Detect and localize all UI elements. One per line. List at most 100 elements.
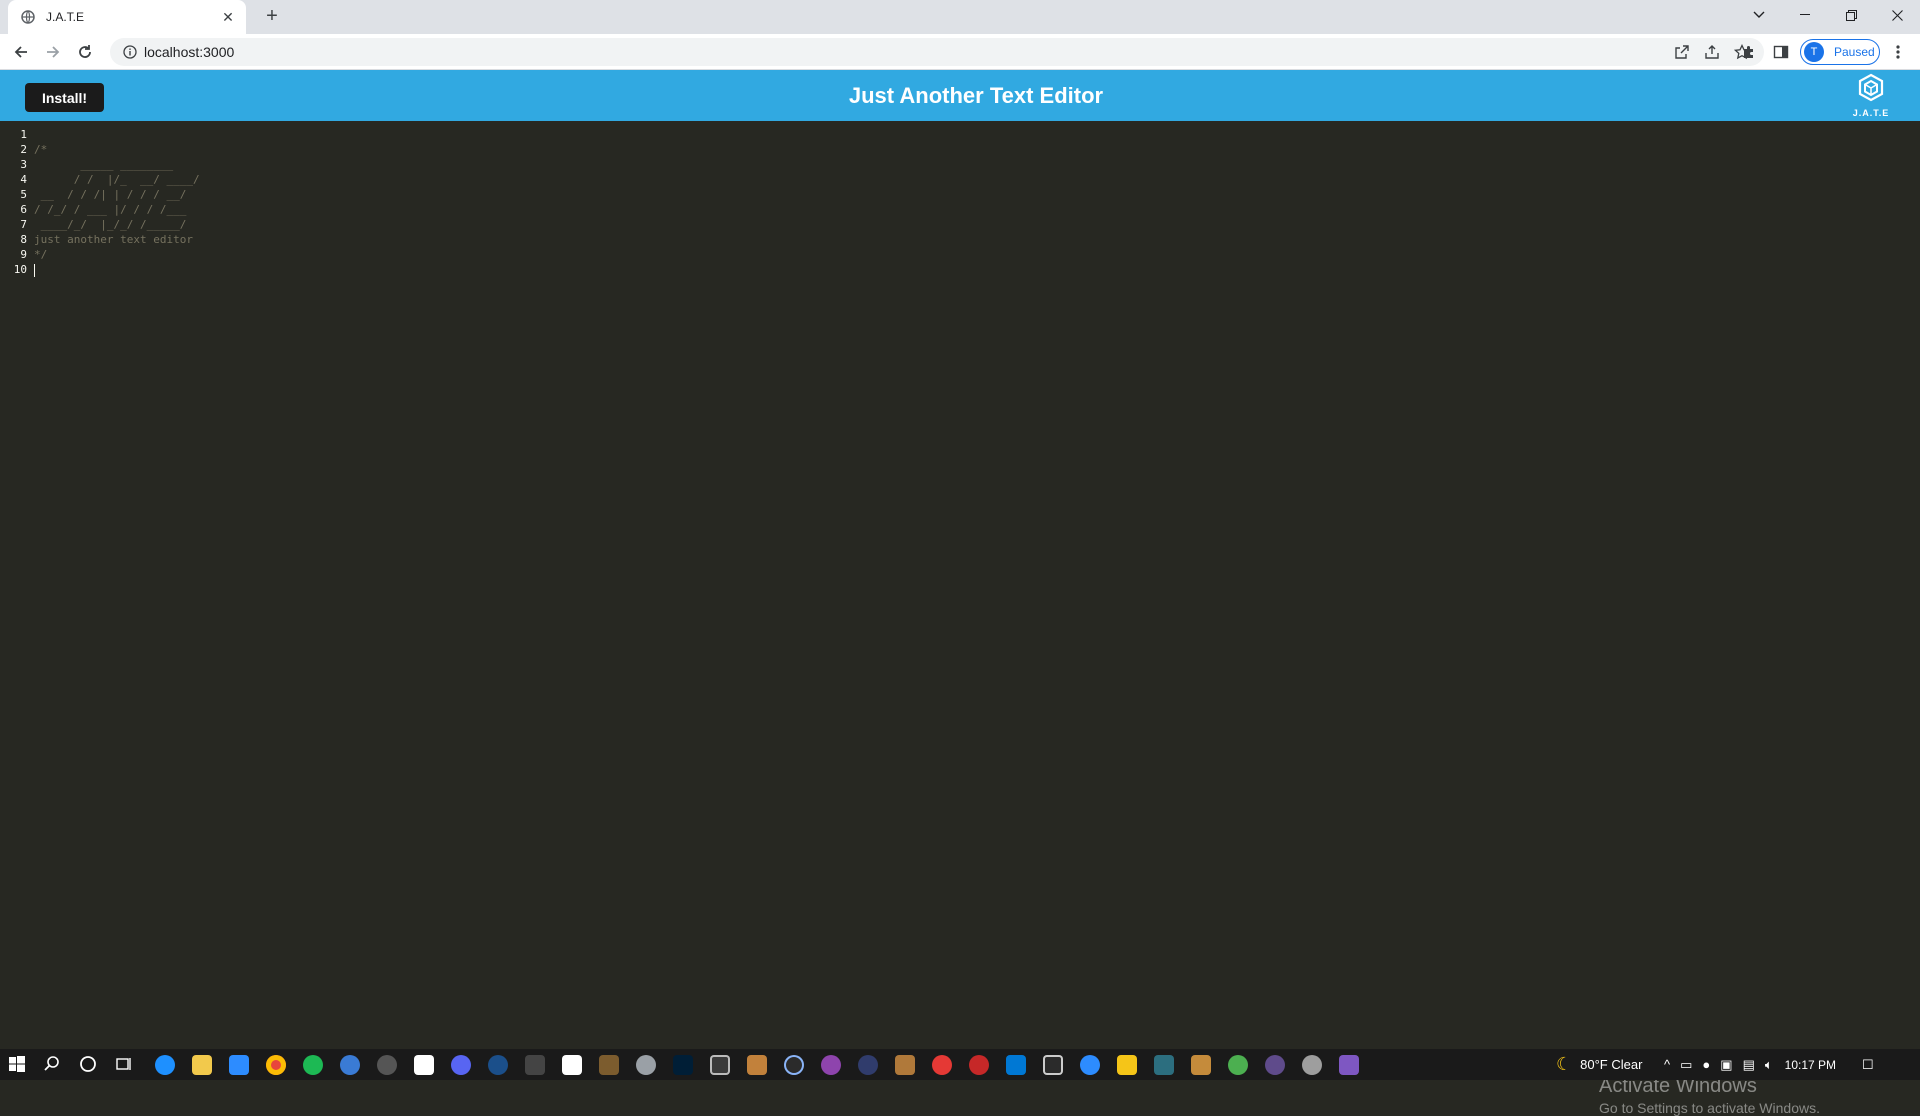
- code-lines[interactable]: /* _____ ________ / / |/_ __/ ____/ __ /…: [34, 127, 200, 277]
- code-line[interactable]: /*: [34, 142, 200, 157]
- minecraft-icon[interactable]: [599, 1055, 619, 1075]
- address-bar[interactable]: localhost:3000: [110, 38, 1764, 66]
- line-number: 4: [20, 173, 27, 186]
- spotify-icon[interactable]: [303, 1055, 323, 1075]
- volume-icon[interactable]: 🔈︎: [1765, 1057, 1773, 1073]
- profile-button[interactable]: T Paused: [1800, 39, 1880, 65]
- mail-icon[interactable]: [229, 1055, 249, 1075]
- app-icon[interactable]: [1265, 1055, 1285, 1075]
- code-line[interactable]: ____/_/ |_/_/ /_____/: [34, 217, 200, 232]
- avatar: T: [1804, 42, 1824, 62]
- app-icon[interactable]: [747, 1055, 767, 1075]
- vscode-icon[interactable]: [1006, 1055, 1026, 1075]
- share-icon[interactable]: [1704, 44, 1720, 65]
- code-editor[interactable]: 1 2 3 4 5 6 7 8 9 10 /* _____ ________ /…: [0, 121, 1920, 1116]
- more-menu-icon[interactable]: [1886, 40, 1910, 64]
- task-view-icon[interactable]: [115, 1055, 135, 1075]
- zoom-icon[interactable]: [1080, 1055, 1100, 1075]
- code-line[interactable]: __ / / /| | / / / __/: [34, 187, 200, 202]
- forward-icon[interactable]: [41, 40, 65, 64]
- app-icon[interactable]: [858, 1055, 878, 1075]
- discord-icon[interactable]: [451, 1055, 471, 1075]
- line-number-gutter: 1 2 3 4 5 6 7 8 9 10: [0, 127, 32, 277]
- cortana-icon[interactable]: [79, 1055, 99, 1075]
- jate-logo-icon: [1858, 73, 1884, 102]
- browser-toolbar: localhost:3000 T Paused: [0, 34, 1920, 70]
- side-panel-icon[interactable]: [1769, 40, 1793, 64]
- app-icon[interactable]: [377, 1055, 397, 1075]
- tab-search-icon[interactable]: [1736, 0, 1782, 30]
- chevron-up-icon[interactable]: ^: [1664, 1057, 1670, 1072]
- app-icon[interactable]: [525, 1055, 545, 1075]
- clock-text[interactable]: 10:17 PM: [1785, 1058, 1836, 1072]
- watermark-subtitle: Go to Settings to activate Windows.: [1599, 1100, 1820, 1116]
- app-icon[interactable]: [821, 1055, 841, 1075]
- photoshop-icon[interactable]: [673, 1055, 693, 1075]
- windows-start-icon[interactable]: [8, 1055, 28, 1075]
- settings-gear-icon[interactable]: [636, 1055, 656, 1075]
- file-explorer-icon[interactable]: [192, 1055, 212, 1075]
- weather-widget[interactable]: ☾ 80°F Clear: [1556, 1049, 1642, 1080]
- media-player-icon[interactable]: [340, 1055, 360, 1075]
- windows-taskbar: ☾ 80°F Clear ^ ▭ ● ▣ ▤ 🔈︎ 10:17 PM ☐: [0, 1049, 1920, 1080]
- back-icon[interactable]: [9, 40, 33, 64]
- code-line[interactable]: / /_/ / ___ |/ / / /___: [34, 202, 200, 217]
- line-number: 1: [20, 128, 27, 141]
- edge-icon[interactable]: [155, 1055, 175, 1075]
- network-icon[interactable]: ▭: [1680, 1057, 1692, 1073]
- chrome-icon[interactable]: [266, 1055, 286, 1075]
- microphone-icon[interactable]: ●: [1702, 1057, 1710, 1072]
- display-icon[interactable]: ▣: [1720, 1057, 1732, 1073]
- logo-text: J.A.T.E: [1852, 108, 1890, 118]
- app-icon[interactable]: [1191, 1055, 1211, 1075]
- app-icon[interactable]: [1154, 1055, 1174, 1075]
- profile-status: Paused: [1834, 45, 1875, 59]
- close-window-icon[interactable]: [1874, 0, 1920, 30]
- code-line[interactable]: */: [34, 247, 200, 262]
- steam-icon[interactable]: [488, 1055, 508, 1075]
- search-icon[interactable]: [43, 1055, 63, 1075]
- line-number: 3: [20, 158, 27, 171]
- line-number: 2: [20, 143, 27, 156]
- page-title: Just Another Text Editor: [848, 83, 1104, 108]
- code-line[interactable]: [34, 127, 200, 142]
- minimize-icon[interactable]: [1782, 0, 1828, 30]
- sticky-notes-icon[interactable]: [1117, 1055, 1137, 1075]
- app-icon[interactable]: [1302, 1055, 1322, 1075]
- moon-icon: ☾: [1556, 1054, 1573, 1074]
- new-tab-icon[interactable]: +: [262, 6, 282, 27]
- reload-icon[interactable]: [73, 40, 97, 64]
- app-icon[interactable]: [1228, 1055, 1248, 1075]
- app-icon[interactable]: [895, 1055, 915, 1075]
- open-in-app-icon[interactable]: [1674, 44, 1690, 65]
- browser-tab[interactable]: J.A.T.E ✕: [8, 0, 246, 34]
- code-line[interactable]: just another text editor: [34, 232, 200, 247]
- code-line[interactable]: / / |/_ __/ ____/: [34, 172, 200, 187]
- restore-icon[interactable]: [1828, 0, 1874, 30]
- browser-tab-strip: J.A.T.E ✕ +: [0, 0, 1920, 34]
- wifi-icon[interactable]: ▤: [1743, 1057, 1755, 1073]
- line-number: 8: [20, 233, 27, 246]
- app-icon[interactable]: [414, 1055, 434, 1075]
- weather-text: 80°F Clear: [1580, 1057, 1643, 1072]
- terminal-icon[interactable]: [1043, 1055, 1063, 1075]
- line-number: 7: [20, 218, 27, 231]
- text-cursor: [34, 263, 35, 277]
- app-icon[interactable]: [969, 1055, 989, 1075]
- app-icon[interactable]: [1339, 1055, 1359, 1075]
- close-tab-icon[interactable]: ✕: [220, 9, 236, 25]
- code-line[interactable]: [34, 262, 200, 277]
- line-number: 5: [20, 188, 27, 201]
- notifications-icon[interactable]: ☐: [1862, 1057, 1874, 1073]
- code-line[interactable]: _____ ________: [34, 157, 200, 172]
- calendar-icon[interactable]: [562, 1055, 582, 1075]
- line-number: 10: [13, 263, 27, 276]
- url-text: localhost:3000: [144, 44, 235, 60]
- app-icon[interactable]: [784, 1055, 804, 1075]
- extensions-icon[interactable]: [1737, 40, 1761, 64]
- site-info-icon[interactable]: [116, 45, 144, 59]
- app-icon[interactable]: [710, 1055, 730, 1075]
- logo: J.A.T.E: [1846, 73, 1896, 119]
- app-icon[interactable]: [932, 1055, 952, 1075]
- line-number: 9: [20, 248, 27, 261]
